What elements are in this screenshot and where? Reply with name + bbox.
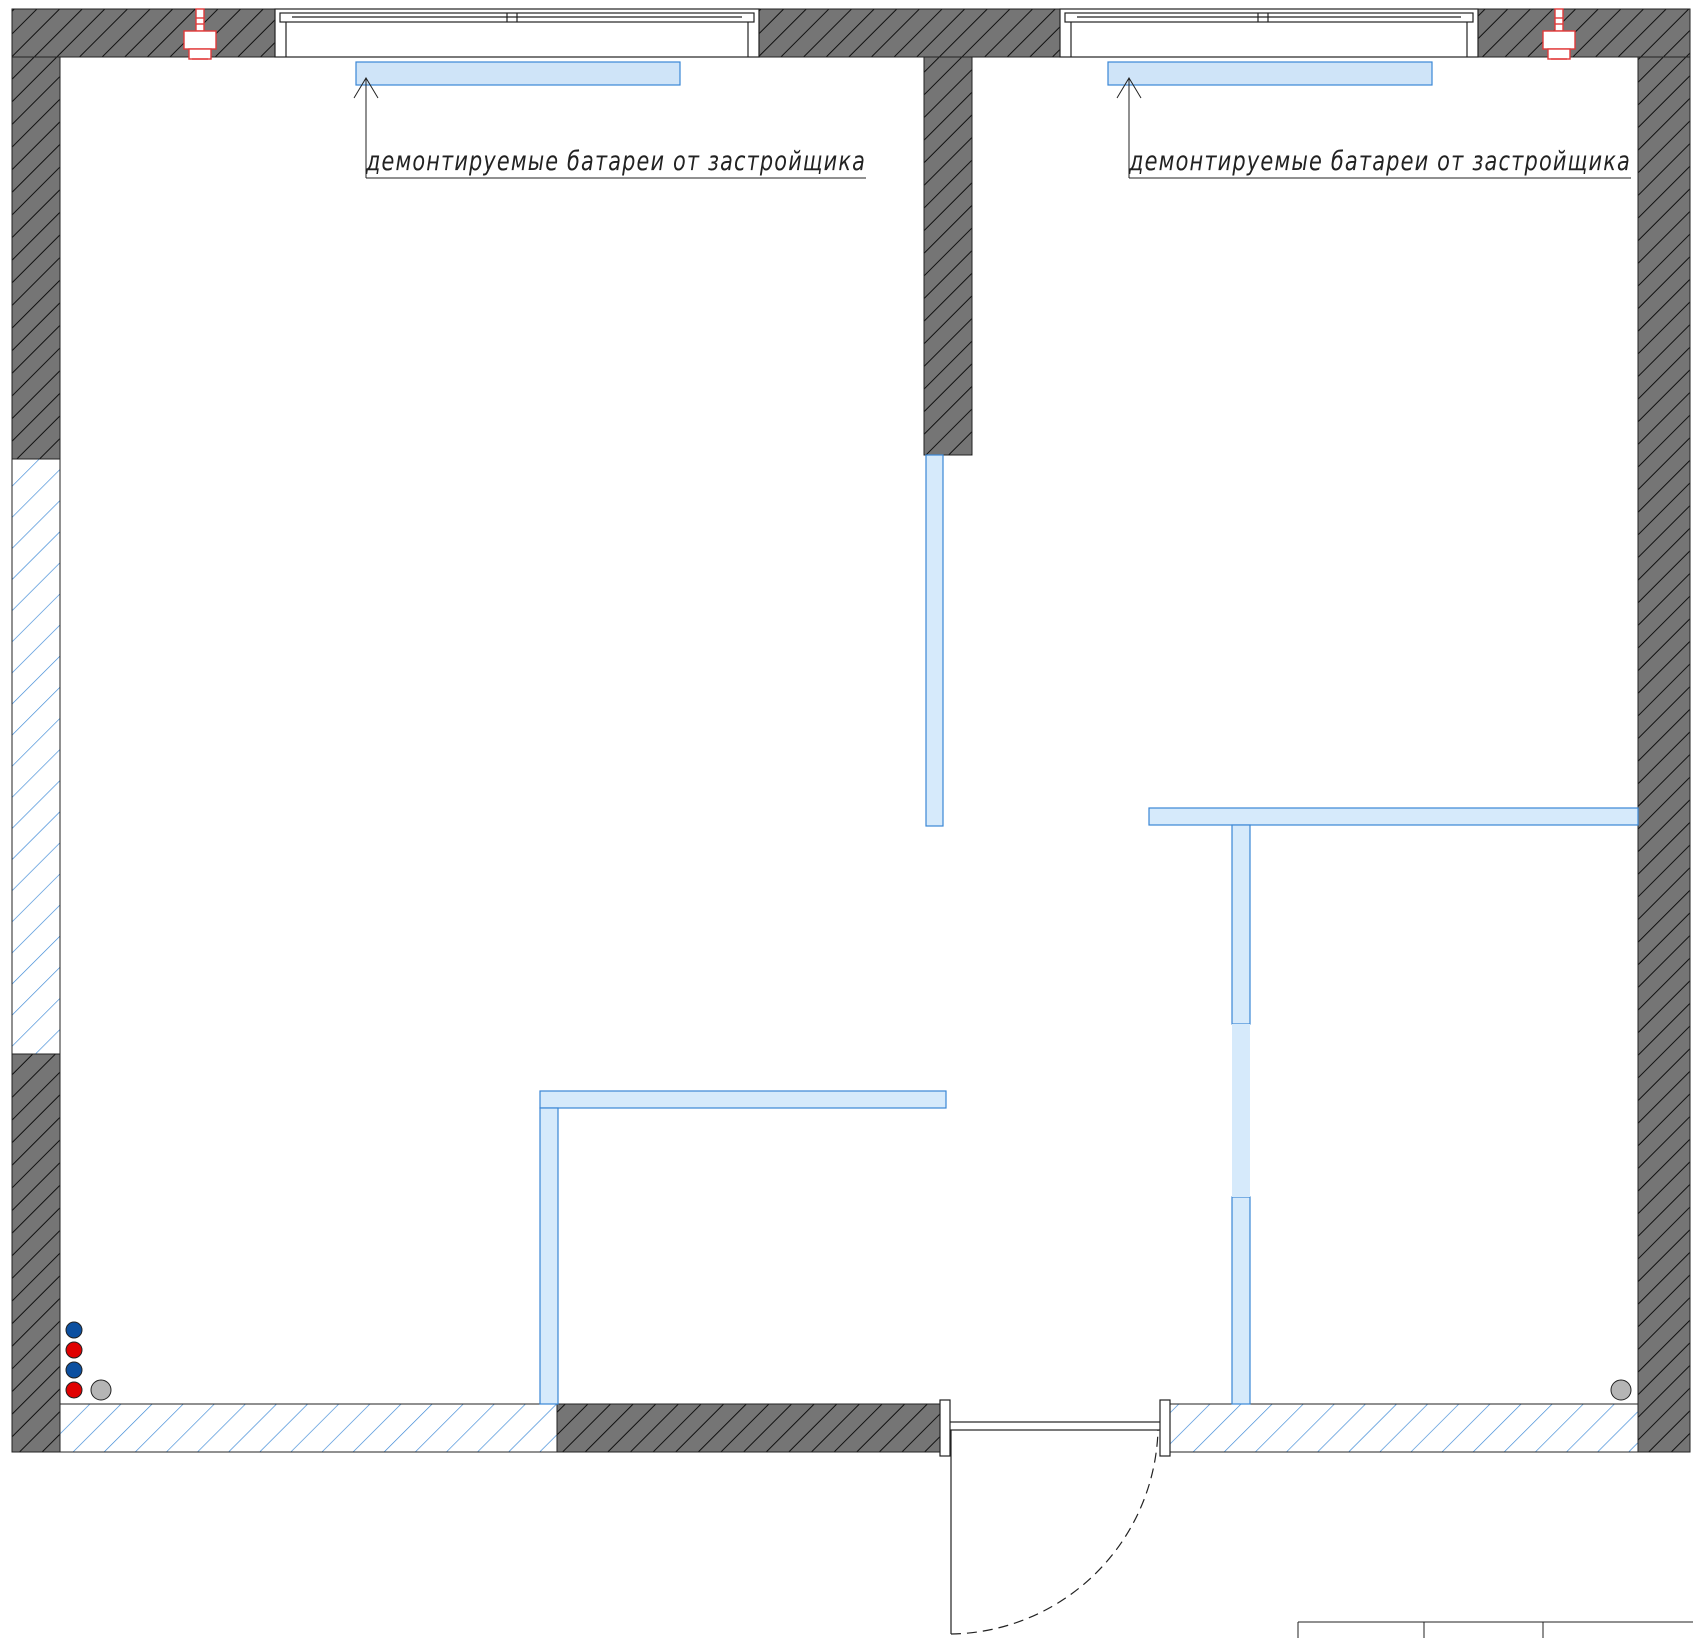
- top-wall-left: [11, 8, 276, 58]
- partition-vertical-center: [925, 454, 944, 827]
- top-wall-middle: [758, 8, 1061, 58]
- entrance-door-icon: [939, 1399, 1171, 1635]
- bottom-wall-left-brick: [59, 1403, 558, 1453]
- left-wall-brick: [11, 458, 61, 1055]
- new-partitions: [539, 454, 1639, 1405]
- radiator-removal-note: демонтируемые батареи от застройщика: [365, 146, 866, 177]
- radiator-icon: [355, 61, 681, 86]
- central-bearing-wall: [923, 56, 973, 456]
- partition-horizontal-lower: [539, 1090, 947, 1109]
- left-wall-lower: [11, 1053, 61, 1453]
- hot-water-riser-icon: [65, 1381, 83, 1399]
- hot-water-riser-icon: [65, 1341, 83, 1359]
- riser-pipe-icon: [65, 1321, 1632, 1401]
- partition-vertical-lower: [539, 1107, 559, 1405]
- radiator-removal-note: демонтируемые батареи от застройщика: [1128, 146, 1631, 177]
- bottom-wall-middle: [556, 1403, 946, 1453]
- bottom-wall-right-brick: [1164, 1403, 1639, 1453]
- partition-vertical-right-upper: [1231, 824, 1251, 1025]
- window-icon: [274, 8, 760, 58]
- radiator-icon: [1107, 61, 1433, 86]
- left-wall-upper: [11, 56, 61, 460]
- partition-opening: [1232, 1024, 1250, 1197]
- title-block-corner: [1297, 1621, 1693, 1638]
- top-wall-right: [1477, 8, 1691, 58]
- sewer-riser-icon: [1610, 1379, 1632, 1401]
- window-icon: [1059, 8, 1479, 58]
- sewer-riser-icon: [90, 1379, 112, 1401]
- floor-plan: демонтируемые батареи от застройщика дем…: [11, 8, 1693, 1638]
- partition-horizontal-right: [1148, 807, 1639, 826]
- brick-walls: [11, 458, 1639, 1453]
- cold-water-riser-icon: [65, 1361, 83, 1379]
- partition-vertical-right-lower: [1231, 1196, 1251, 1405]
- right-wall: [1637, 56, 1691, 1453]
- bearing-walls: [11, 8, 1691, 1453]
- cold-water-riser-icon: [65, 1321, 83, 1339]
